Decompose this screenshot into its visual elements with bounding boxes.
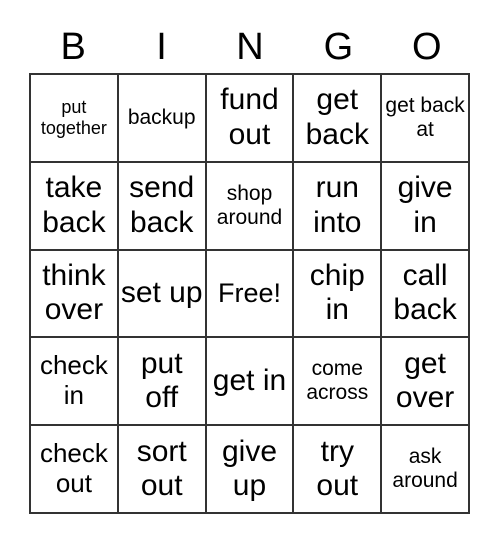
- header-letter-i: I: [156, 26, 167, 68]
- bingo-cell[interactable]: get back: [293, 74, 382, 162]
- header-letter-o: O: [411, 26, 442, 68]
- bingo-cell[interactable]: backup: [117, 74, 206, 162]
- bingo-cell[interactable]: set up: [117, 249, 206, 338]
- bingo-cell[interactable]: ask around: [381, 425, 469, 513]
- bingo-cell[interactable]: get back at: [381, 74, 469, 162]
- header-letter-n: N: [236, 26, 264, 68]
- bingo-cell[interactable]: give up: [205, 425, 294, 513]
- bingo-cell[interactable]: call back: [381, 249, 469, 338]
- bingo-cell[interactable]: send back: [117, 161, 206, 250]
- header-letter-b: B: [60, 26, 86, 68]
- bingo-cell[interactable]: try out: [293, 425, 382, 513]
- bingo-cell[interactable]: check out: [30, 425, 118, 513]
- bingo-cell[interactable]: chip in: [293, 249, 382, 338]
- bingo-cell[interactable]: sort out: [117, 425, 206, 513]
- bingo-header: B I N G O: [29, 22, 471, 72]
- bingo-cell[interactable]: get over: [381, 337, 469, 426]
- bingo-cell[interactable]: think over: [30, 249, 118, 338]
- bingo-cell[interactable]: shop around: [205, 161, 294, 250]
- bingo-cell[interactable]: come across: [293, 337, 382, 426]
- bingo-cell[interactable]: fund out: [205, 74, 294, 162]
- bingo-cell[interactable]: put off: [117, 337, 206, 426]
- free-space-cell[interactable]: Free!: [205, 249, 294, 338]
- header-letter-g: G: [323, 26, 354, 68]
- bingo-cell[interactable]: run into: [293, 161, 382, 250]
- bingo-cell[interactable]: get in: [205, 337, 294, 426]
- bingo-cell[interactable]: put together: [30, 74, 118, 162]
- bingo-grid: put together backup fund out get back get ba…: [29, 73, 470, 514]
- bingo-cell[interactable]: take back: [30, 161, 118, 250]
- bingo-cell[interactable]: give in: [381, 161, 469, 250]
- bingo-cell[interactable]: check in: [30, 337, 118, 426]
